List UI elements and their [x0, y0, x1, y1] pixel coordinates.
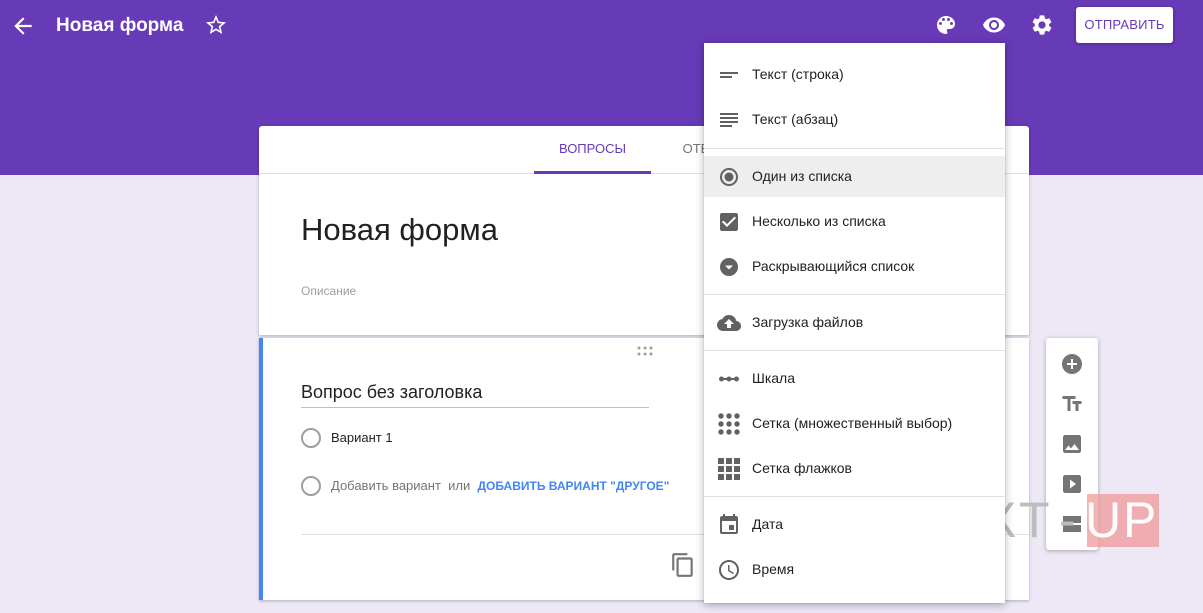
eye-icon[interactable] [982, 13, 1006, 37]
menu-item-checkbox-grid[interactable]: Сетка флажков [704, 448, 1005, 489]
add-image-icon[interactable] [1060, 432, 1084, 456]
menu-item-short-text[interactable]: Текст (строка) [704, 54, 1005, 95]
menu-item-file-upload[interactable]: Загрузка файлов [704, 302, 1005, 343]
calendar-icon [717, 513, 741, 537]
paragraph-icon [717, 108, 741, 132]
menu-item-paragraph[interactable]: Текст (абзац) [704, 99, 1005, 140]
checkbox-icon [717, 210, 741, 234]
question-title-field[interactable]: Вопрос без заголовка [301, 380, 649, 408]
watermark-letter: - [1059, 492, 1076, 548]
radio-button-icon [717, 165, 741, 189]
checkbox-grid-icon [717, 457, 741, 481]
form-title[interactable]: Новая форма [301, 212, 498, 248]
menu-item-time[interactable]: Время [704, 549, 1005, 590]
cloud-upload-icon [717, 311, 741, 335]
menu-item-label: Дата [752, 516, 784, 532]
dot-grid-icon [717, 412, 741, 436]
menu-item-label: Сетка флажков [752, 460, 852, 476]
send-button[interactable]: ОТПРАВИТЬ [1076, 7, 1173, 43]
menu-item-multiple-choice-grid[interactable]: Сетка (множественный выбор) [704, 403, 1005, 444]
add-title-icon[interactable] [1060, 392, 1084, 416]
menu-item-label: Один из списка [752, 168, 852, 184]
add-question-icon[interactable] [1060, 352, 1084, 376]
menu-item-checkboxes[interactable]: Несколько из списка [704, 201, 1005, 242]
menu-divider [704, 350, 1005, 351]
question-type-menu: Текст (строка) Текст (абзац) Один из спи… [704, 43, 1005, 603]
copy-icon[interactable] [670, 552, 696, 578]
menu-item-dropdown[interactable]: Раскрывающийся список [704, 246, 1005, 287]
menu-item-label: Раскрывающийся список [752, 258, 915, 274]
add-option-row: Добавить вариант или ДОБАВИТЬ ВАРИАНТ "Д… [331, 478, 669, 493]
menu-item-label: Загрузка файлов [752, 314, 864, 330]
add-option-link[interactable]: Добавить вариант [331, 478, 441, 493]
menu-item-date[interactable]: Дата [704, 504, 1005, 545]
menu-item-linear-scale[interactable]: Шкала [704, 358, 1005, 399]
menu-divider [704, 148, 1005, 149]
option-1-label[interactable]: Вариант 1 [331, 430, 393, 445]
menu-divider [704, 496, 1005, 497]
watermark-letter: P [1123, 492, 1157, 548]
form-description-field[interactable]: Описание [301, 284, 356, 298]
menu-item-label: Сетка (множественный выбор) [752, 415, 953, 431]
tab-questions[interactable]: ВОПРОСЫ [534, 126, 651, 174]
star-outline-icon[interactable] [204, 13, 228, 37]
linear-scale-icon [717, 367, 741, 391]
arrow-back-icon[interactable] [10, 13, 36, 39]
menu-item-label: Несколько из списка [752, 213, 886, 229]
gear-icon[interactable] [1030, 13, 1054, 37]
short-text-icon [717, 63, 741, 87]
menu-divider [704, 294, 1005, 295]
menu-item-label: Текст (строка) [752, 66, 844, 82]
watermark-letter: T [1019, 492, 1050, 548]
app-title: Новая форма [56, 15, 184, 36]
add-other-option-link[interactable]: ДОБАВИТЬ ВАРИАНТ "ДРУГОЕ" [478, 479, 670, 493]
radio-add-option [301, 476, 321, 496]
dropdown-icon [717, 255, 741, 279]
menu-item-multiple-choice[interactable]: Один из списка [704, 156, 1005, 197]
watermark-letter: U [1085, 492, 1122, 548]
menu-item-label: Текст (абзац) [752, 111, 839, 127]
menu-item-label: Шкала [752, 370, 796, 386]
clock-icon [717, 558, 741, 582]
drag-handle-icon[interactable] [636, 344, 654, 356]
palette-icon[interactable] [934, 13, 958, 37]
menu-item-label: Время [752, 561, 795, 577]
radio-option-1[interactable] [301, 428, 321, 448]
or-text: или [448, 478, 471, 493]
